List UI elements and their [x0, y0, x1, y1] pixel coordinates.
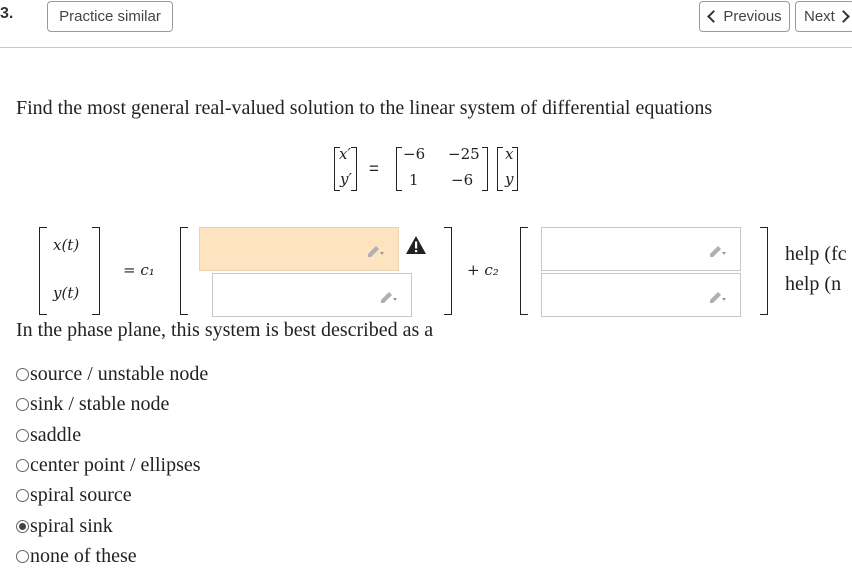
practice-similar-button[interactable]: Practice similar: [47, 1, 173, 32]
option-source-unstable-node[interactable]: source / unstable node: [16, 363, 208, 386]
radio-button[interactable]: [16, 368, 29, 381]
pencil-icon: [381, 292, 397, 303]
header-divider: [0, 47, 852, 48]
bracket-right: [92, 227, 100, 315]
equals-c1: = c₁: [123, 261, 155, 279]
radio-button[interactable]: [16, 550, 29, 563]
bracket-right: [351, 147, 357, 191]
answer-input-3[interactable]: [541, 227, 741, 271]
bracket-left: [180, 227, 188, 315]
option-label: source / unstable node: [30, 363, 209, 385]
option-center-point-ellipses[interactable]: center point / ellipses: [16, 454, 201, 477]
matrix-a11: −6: [403, 145, 426, 163]
help-link-formulas[interactable]: help (fc: [785, 243, 847, 266]
radio-button[interactable]: [16, 398, 29, 411]
matrix-a12: −25: [448, 145, 480, 163]
vector-x-of-t: x(t): [53, 236, 80, 254]
option-saddle[interactable]: saddle: [16, 424, 81, 447]
chevron-right-icon: [836, 10, 850, 23]
next-label: Next: [804, 8, 835, 25]
option-label: center point / ellipses: [30, 454, 201, 476]
bracket-left: [520, 227, 528, 315]
bracket-left: [497, 147, 503, 191]
lhs-x-prime: x′: [339, 145, 351, 163]
matrix-a22: −6: [451, 171, 474, 189]
chevron-left-icon: [707, 10, 721, 23]
radio-button[interactable]: [16, 489, 29, 502]
question-prompt: Find the most general real-valued soluti…: [16, 97, 713, 119]
bracket-left: [396, 147, 402, 191]
previous-button[interactable]: Previous: [699, 1, 790, 32]
vector-y-of-t: y(t): [53, 284, 80, 302]
bracket-left: [39, 227, 47, 315]
practice-similar-label: Practice similar: [59, 8, 161, 25]
equals-sign: =: [369, 159, 379, 178]
radio-button[interactable]: [16, 520, 29, 533]
radio-button[interactable]: [16, 429, 29, 442]
option-label: sink / stable node: [30, 393, 170, 415]
warning-icon: [406, 236, 426, 254]
option-spiral-source[interactable]: spiral source: [16, 484, 132, 507]
answer-input-4[interactable]: [541, 273, 741, 317]
option-label: spiral source: [30, 484, 132, 506]
radio-button[interactable]: [16, 459, 29, 472]
option-none-of-these[interactable]: none of these: [16, 545, 137, 568]
bracket-right: [482, 147, 488, 191]
option-spiral-sink[interactable]: spiral sink: [16, 515, 113, 538]
option-label: saddle: [30, 424, 82, 446]
answer-input-2[interactable]: [212, 273, 412, 317]
answer-input-1[interactable]: [199, 227, 399, 271]
pencil-icon: [710, 292, 726, 303]
bracket-right: [444, 227, 452, 315]
pencil-icon: [710, 246, 726, 257]
pencil-icon: [368, 246, 384, 257]
help-link-numbers[interactable]: help (n: [785, 273, 841, 296]
next-button[interactable]: Next: [795, 1, 852, 32]
option-label: none of these: [30, 545, 137, 567]
plus-c2: + c₂: [467, 261, 499, 279]
matrix-a21: 1: [409, 171, 419, 189]
question-number: 3.: [0, 5, 14, 22]
phase-plane-question: In the phase plane, this system is best …: [16, 319, 434, 341]
option-sink-stable-node[interactable]: sink / stable node: [16, 393, 169, 416]
option-label: spiral sink: [30, 515, 113, 537]
bracket-right: [760, 227, 768, 315]
bracket-right: [512, 147, 518, 191]
previous-label: Previous: [723, 8, 782, 25]
